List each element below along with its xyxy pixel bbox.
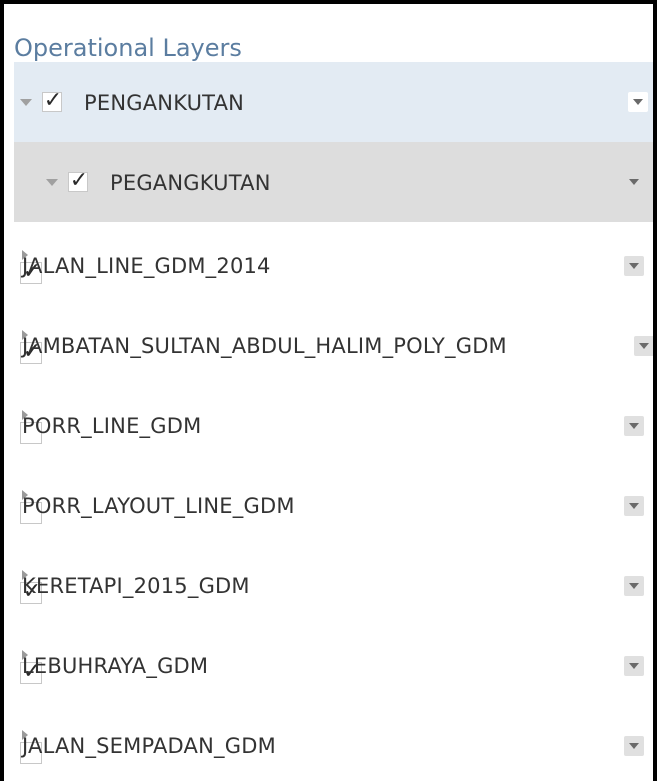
chevron-down-icon bbox=[629, 503, 639, 509]
chevron-down-icon bbox=[629, 583, 639, 589]
layer-visibility-checkbox[interactable]: ✓ bbox=[42, 88, 63, 113]
panel-title: Operational Layers bbox=[14, 34, 242, 62]
chevron-down-icon bbox=[629, 179, 639, 185]
layer-menu-button[interactable] bbox=[624, 416, 644, 436]
checkmark-icon: ✓ bbox=[69, 168, 89, 193]
group-label: PEGANGKUTAN bbox=[110, 171, 271, 195]
layer-label: JAMBATAN_SULTAN_ABDUL_HALIM_POLY_GDM bbox=[22, 334, 507, 358]
layer-label: PORR_LAYOUT_LINE_GDM bbox=[22, 494, 295, 518]
layer-label: JALAN_SEMPADAN_GDM bbox=[22, 734, 276, 758]
layer-row[interactable]: JALAN_SEMPADAN_GDM bbox=[14, 702, 653, 781]
group-row-pengankutan[interactable]: ✓ PENGANKUTAN bbox=[14, 62, 653, 142]
layer-row[interactable]: ✓ KERETAPI_2015_GDM bbox=[14, 542, 653, 622]
layer-menu-button[interactable] bbox=[624, 256, 644, 276]
layer-label: JALAN_LINE_GDM_2014 bbox=[22, 254, 271, 278]
layer-menu-button[interactable] bbox=[634, 336, 653, 356]
chevron-down-icon bbox=[639, 343, 649, 349]
layer-menu-button[interactable] bbox=[624, 736, 644, 756]
operational-layers-panel: Operational Layers ✓ PENGANKUTAN ✓ PEGAN… bbox=[0, 0, 657, 781]
layer-label: PORR_LINE_GDM bbox=[22, 414, 202, 438]
chevron-down-icon bbox=[629, 743, 639, 749]
chevron-down-icon bbox=[629, 263, 639, 269]
checkmark-icon: ✓ bbox=[43, 88, 63, 113]
layer-label: LEBUHRAYA_GDM bbox=[22, 654, 209, 678]
layer-row[interactable]: ✓ JALAN_LINE_GDM_2014 bbox=[14, 222, 653, 302]
collapse-arrow-icon[interactable] bbox=[46, 179, 58, 186]
layer-menu-button[interactable] bbox=[624, 172, 644, 192]
layer-row[interactable]: PORR_LINE_GDM bbox=[14, 382, 653, 462]
group-row-pegangkutan[interactable]: ✓ PEGANGKUTAN bbox=[14, 142, 653, 222]
chevron-down-icon bbox=[633, 99, 643, 105]
chevron-down-icon bbox=[629, 423, 639, 429]
group-label: PENGANKUTAN bbox=[84, 91, 245, 115]
layer-label: KERETAPI_2015_GDM bbox=[22, 574, 250, 598]
layer-row[interactable]: PORR_LAYOUT_LINE_GDM bbox=[14, 462, 653, 542]
collapse-arrow-icon[interactable] bbox=[20, 99, 32, 106]
chevron-down-icon bbox=[629, 663, 639, 669]
layer-menu-button[interactable] bbox=[628, 92, 648, 112]
layer-visibility-checkbox[interactable]: ✓ bbox=[68, 168, 89, 193]
layer-row[interactable]: ✓ JAMBATAN_SULTAN_ABDUL_HALIM_POLY_GDM bbox=[14, 302, 653, 382]
layer-row[interactable]: ✓ LEBUHRAYA_GDM bbox=[14, 622, 653, 702]
layer-menu-button[interactable] bbox=[624, 656, 644, 676]
layer-menu-button[interactable] bbox=[624, 576, 644, 596]
layer-menu-button[interactable] bbox=[624, 496, 644, 516]
